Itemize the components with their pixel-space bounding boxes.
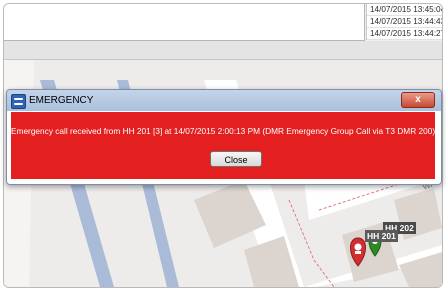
top-panel [4,4,365,41]
dialog-title: EMERGENCY [29,95,94,106]
close-button[interactable]: Close [210,151,262,167]
alert-message: Emergency call received from HH 201 [3] … [11,126,436,136]
dialog-titlebar[interactable]: EMERGENCY x [7,90,441,111]
marker-label-hh201[interactable]: HH 201 [365,230,398,242]
event-time[interactable]: 14/07/2015 13:44:43 [367,16,442,28]
event-list[interactable]: 14/07/2015 13:45:04 14/07/2015 13:44:43 … [366,4,442,40]
window-close-button[interactable]: x [401,92,435,108]
emergency-dialog: EMERGENCY x Emergency call received from… [6,89,442,185]
toolbar-strip [4,41,442,60]
app-icon [11,94,26,109]
alert-body: Emergency call received from HH 201 [3] … [11,112,435,179]
person-icon [354,243,362,251]
event-time[interactable]: 14/07/2015 13:45:04 [367,4,442,16]
person-icon-body [355,251,361,254]
event-time[interactable]: 14/07/2015 13:44:27 [367,28,442,40]
